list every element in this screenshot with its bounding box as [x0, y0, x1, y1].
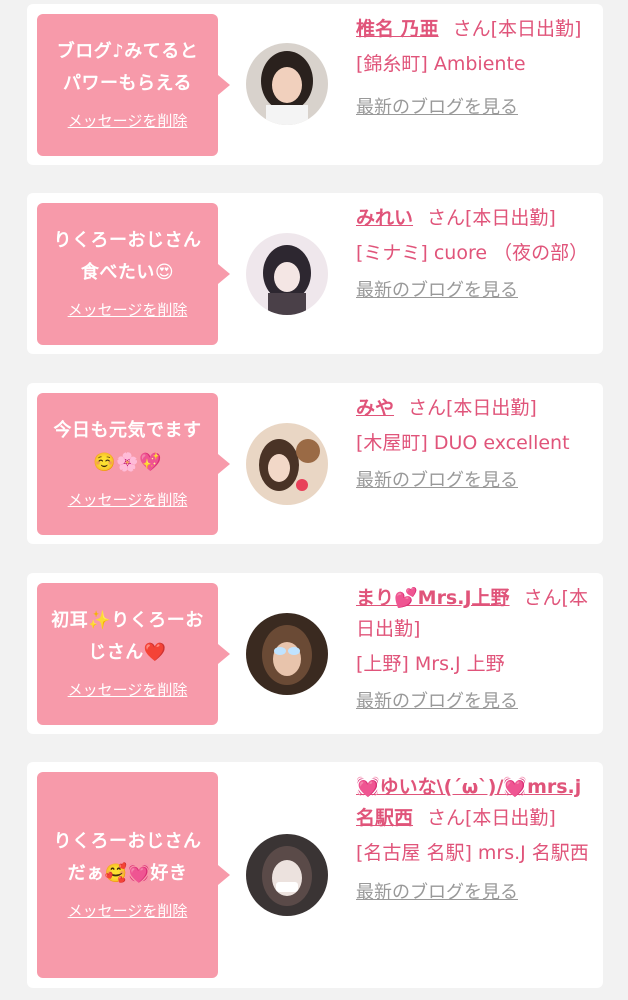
avatar[interactable] — [246, 43, 328, 125]
shop-info: [名古屋 名駅] mrs.J 名駅西 — [356, 842, 589, 864]
avatar[interactable] — [246, 613, 328, 695]
message-text: りくろーおじさん だぁ🥰💓好き — [53, 831, 202, 884]
work-status: さん[本日出勤] — [427, 207, 556, 229]
work-status: さん[本日出勤] — [408, 397, 537, 419]
message-text: ブログ♪みてると パワーもらえる — [56, 41, 199, 94]
message-card: 今日も元気でます ☺️🌸💖 メッセージを削除 みや さん[本日出勤] [木屋町] … — [27, 383, 603, 544]
message-bubble: 初耳✨りくろーお じさん❤️ メッセージを削除 — [37, 583, 230, 725]
cast-name-link[interactable]: みや — [356, 397, 394, 419]
shop-info: [ミナミ] cuore （夜の部） — [356, 242, 589, 264]
message-bubble: りくろーおじさん だぁ🥰💓好き メッセージを削除 — [37, 772, 230, 978]
message-card: りくろーおじさん 食べたい😍 メッセージを削除 みれい さん[本日出勤] [ミナミ… — [27, 193, 603, 354]
message-card: りくろーおじさん だぁ🥰💓好き メッセージを削除 💓ゆいな\(´ω`)/💓mrs… — [27, 762, 603, 988]
cast-name-link[interactable]: 椎名 乃亜 — [356, 18, 439, 40]
latest-blog-link[interactable]: 最新のブログを見る — [356, 275, 518, 306]
cast-name-link[interactable]: みれい — [356, 207, 413, 229]
delete-message-link[interactable]: メッセージを削除 — [68, 679, 188, 700]
shop-info: [上野] Mrs.J 上野 — [356, 653, 505, 675]
message-bubble: 今日も元気でます ☺️🌸💖 メッセージを削除 — [37, 393, 230, 535]
delete-message-link[interactable]: メッセージを削除 — [68, 900, 188, 921]
message-text: 今日も元気でます ☺️🌸💖 — [53, 420, 202, 473]
message-card: ブログ♪みてると パワーもらえる メッセージを削除 椎名 乃亜 さん[本日出勤] … — [27, 4, 603, 165]
cast-info: みや さん[本日出勤] [木屋町] DUO excellent 最新のブログを見る — [356, 393, 592, 496]
delete-message-link[interactable]: メッセージを削除 — [68, 489, 188, 510]
avatar[interactable] — [246, 233, 328, 315]
message-bubble: りくろーおじさん 食べたい😍 メッセージを削除 — [37, 203, 230, 345]
latest-blog-link[interactable]: 最新のブログを見る — [356, 686, 518, 717]
message-text: りくろーおじさん 食べたい😍 — [53, 230, 202, 283]
cast-info: まり💕Mrs.J上野 さん[本日出勤] [上野] Mrs.J 上野 最新のブログを… — [356, 583, 592, 717]
cast-info: 💓ゆいな\(´ω`)/💓mrs.j名駅西 さん[本日出勤] [名古屋 名駅] mr… — [356, 772, 592, 908]
avatar[interactable] — [246, 834, 328, 916]
latest-blog-link[interactable]: 最新のブログを見る — [356, 877, 518, 908]
message-text: 初耳✨りくろーお じさん❤️ — [51, 610, 204, 663]
delete-message-link[interactable]: メッセージを削除 — [68, 110, 188, 131]
latest-blog-link[interactable]: 最新のブログを見る — [356, 465, 518, 496]
shop-info: [木屋町] DUO excellent — [356, 432, 570, 454]
message-bubble: ブログ♪みてると パワーもらえる メッセージを削除 — [37, 14, 230, 156]
work-status: さん[本日出勤] — [427, 807, 556, 829]
message-card: 初耳✨りくろーお じさん❤️ メッセージを削除 まり💕Mrs.J上野 さん[本日出… — [27, 573, 603, 734]
shop-info: [錦糸町] Ambiente — [356, 53, 526, 75]
latest-blog-link[interactable]: 最新のブログを見る — [356, 92, 518, 123]
work-status: さん[本日出勤] — [452, 18, 582, 40]
cast-info: みれい さん[本日出勤] [ミナミ] cuore （夜の部） 最新のブログを見る — [356, 203, 592, 306]
cast-name-link[interactable]: まり💕Mrs.J上野 — [356, 587, 510, 609]
delete-message-link[interactable]: メッセージを削除 — [68, 299, 188, 320]
avatar[interactable] — [246, 423, 328, 505]
cast-info: 椎名 乃亜 さん[本日出勤] [錦糸町] Ambiente 最新のブログを見る — [356, 14, 592, 123]
